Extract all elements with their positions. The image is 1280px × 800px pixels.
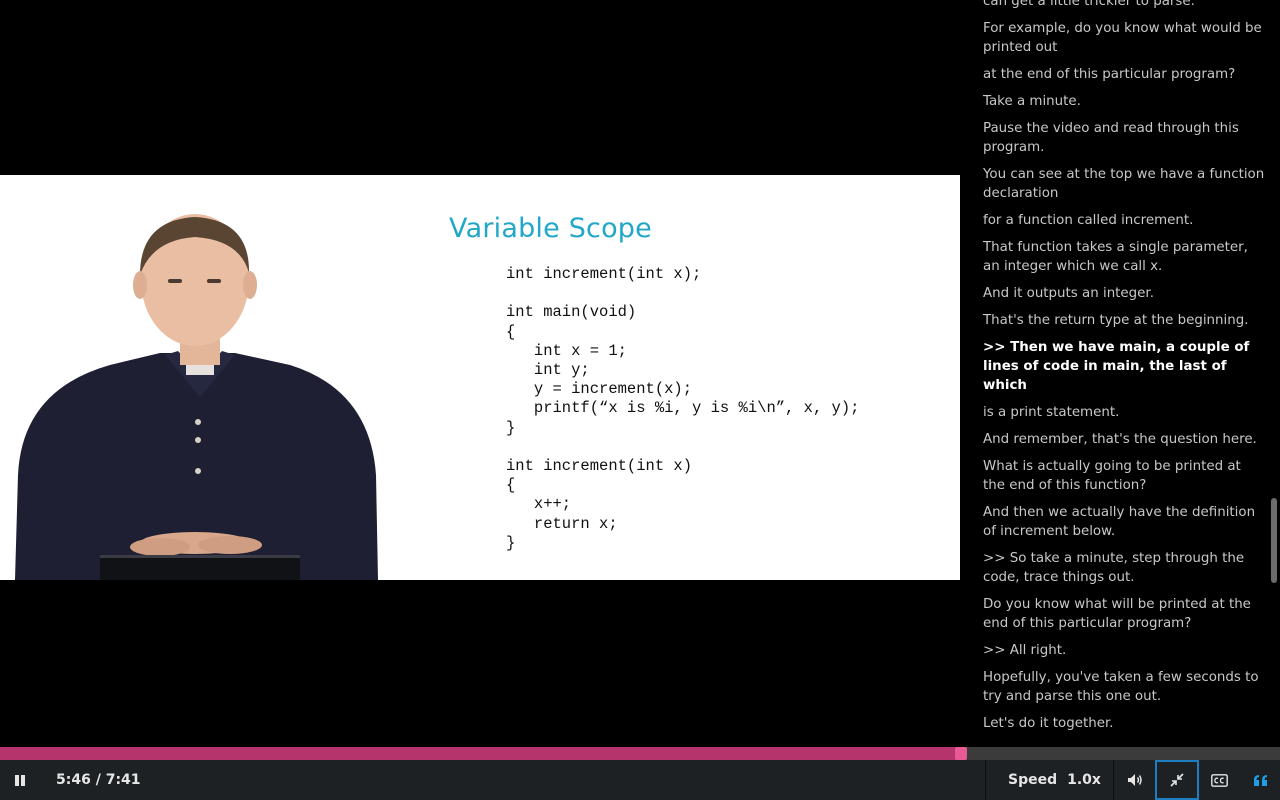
volume-button[interactable] [1114,760,1155,800]
transcript-line[interactable]: can get a little trickier to parse. [983,0,1265,11]
speed-label: Speed [1008,772,1058,788]
video-frame: Variable Scope int increment(int x); int… [0,175,960,580]
transcript-line[interactable]: Take a minute. [983,92,1265,111]
divider [985,760,986,800]
transcript-line[interactable]: Let's do it together. [983,714,1265,733]
progress-bar[interactable] [0,747,1280,760]
duration: 7:41 [105,772,141,788]
transcript-line[interactable]: at the end of this particular program? [983,65,1265,84]
closed-captions-button[interactable] [1199,760,1240,800]
transcript-line[interactable]: Do you know what will be printed at the … [983,595,1265,633]
transcript-line[interactable]: Pause the video and read through this pr… [983,119,1265,157]
presenter-image [0,175,400,580]
transcript-line[interactable]: And it outputs an integer. [983,284,1265,303]
transcript-panel[interactable]: can get a little trickier to parse. For … [960,0,1280,747]
transcript-scrollbar[interactable] [1270,0,1278,747]
time-display: 5:46 / 7:41 [56,760,141,800]
current-time: 5:46 [56,772,91,788]
transcript-line[interactable]: And then we actually have the definition… [983,503,1265,541]
progress-fill [0,747,960,760]
transcript-line[interactable]: Hopefully, you've taken a few seconds to… [983,668,1265,706]
code-listing: int increment(int x); int main(void) { i… [506,265,860,552]
transcript-scroll-thumb[interactable] [1271,498,1277,583]
transcript-line[interactable]: For example, do you know what would be p… [983,19,1265,57]
closed-captions-icon [1211,773,1228,787]
volume-icon [1127,774,1142,786]
progress-handle[interactable] [955,747,967,760]
transcript-line[interactable]: >> So take a minute, step through the co… [983,549,1265,587]
transcript-line-current[interactable]: >> Then we have main, a couple of lines … [983,338,1265,395]
transcript-line[interactable]: >> All right. [983,641,1265,660]
time-separator: / [90,772,106,788]
quote-icon [1253,774,1267,786]
exit-fullscreen-button[interactable] [1155,760,1199,800]
transcript-line[interactable]: You can see at the top we have a functio… [983,165,1265,203]
transcript-list: can get a little trickier to parse. For … [983,0,1265,741]
exit-fullscreen-icon [1170,773,1184,787]
transcript-line[interactable]: That's the return type at the beginning. [983,311,1265,330]
transcript-line[interactable]: And remember, that's the question here. [983,430,1265,449]
video-player[interactable]: Variable Scope int increment(int x); int… [0,0,960,747]
transcript-line[interactable]: for a function called increment. [983,211,1265,230]
transcript-line[interactable]: is a print statement. [983,403,1265,422]
pause-button[interactable] [0,760,40,800]
control-bar: 5:46 / 7:41 Speed 1.0x [0,760,1280,800]
speed-button[interactable]: Speed 1.0x [990,760,1101,800]
pause-icon [15,775,25,786]
slide-title: Variable Scope [449,213,652,244]
transcript-line[interactable]: That function takes a single parameter, … [983,238,1265,276]
transcript-line[interactable]: What is actually going to be printed at … [983,457,1265,495]
speed-value: 1.0x [1067,772,1101,788]
transcript-toggle-button[interactable] [1240,760,1280,800]
